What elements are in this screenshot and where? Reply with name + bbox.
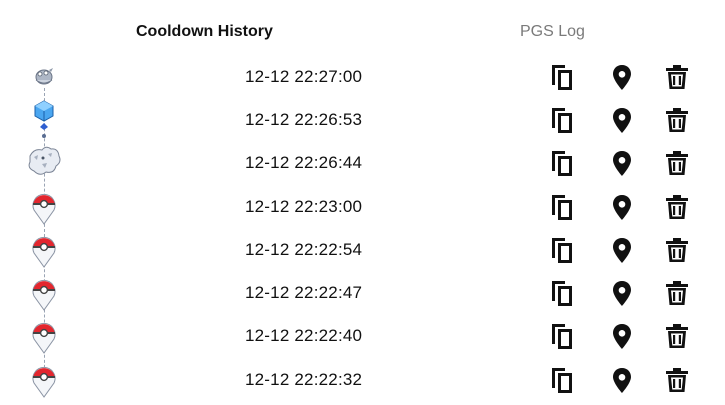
map-pin-icon[interactable] [607,365,637,395]
cooldown-timestamp: 12-12 22:27:00 [245,67,363,86]
copy-icon[interactable] [548,148,578,178]
cooldown-timestamp: 12-12 22:26:44 [245,153,363,172]
trash-icon[interactable] [662,192,692,222]
pokeball-pin-icon [24,229,64,269]
trash-icon[interactable] [662,235,692,265]
cooldown-timestamp: 12-12 22:22:40 [245,326,363,345]
cooldown-timestamp: 12-12 22:22:47 [245,283,363,302]
map-pin-icon[interactable] [607,105,637,135]
copy-icon[interactable] [548,321,578,351]
tab-pgs-log[interactable]: PGS Log [520,22,585,42]
pokeball-pin-icon [24,315,64,355]
pokeball-pin-icon [24,272,64,312]
map-pin-icon[interactable] [607,148,637,178]
tab-cooldown-history[interactable]: Cooldown History [136,22,273,42]
trash-icon[interactable] [662,105,692,135]
copy-icon[interactable] [548,278,578,308]
copy-icon[interactable] [548,235,578,265]
trash-icon[interactable] [662,321,692,351]
map-pin-icon[interactable] [607,235,637,265]
pokeball-pin-icon [24,186,64,226]
history-row: 12-12 22:22:40 [0,315,725,358]
tab-bar: Cooldown History PGS Log [0,0,725,62]
map-pin-icon[interactable] [607,62,637,92]
map-pin-icon[interactable] [607,192,637,222]
map-pin-icon[interactable] [607,321,637,351]
cooldown-timestamp: 12-12 22:26:53 [245,110,363,129]
cooldown-timestamp: 12-12 22:22:54 [245,240,363,259]
cooldown-timestamp: 12-12 22:22:32 [245,370,363,389]
cooldown-timestamp: 12-12 22:23:00 [245,197,363,216]
history-row: 12-12 22:22:47 [0,272,725,315]
blue-cube-icon [24,99,64,139]
copy-icon[interactable] [548,105,578,135]
history-row: 12-12 22:22:54 [0,229,725,272]
pokemon-white-dragon-icon [24,142,64,182]
history-row: 12-12 22:27:00 [0,56,725,99]
map-pin-icon[interactable] [607,278,637,308]
trash-icon[interactable] [662,62,692,92]
copy-icon[interactable] [548,192,578,222]
copy-icon[interactable] [548,365,578,395]
pokeball-pin-icon [24,359,64,399]
trash-icon[interactable] [662,365,692,395]
trash-icon[interactable] [662,148,692,178]
history-row: 12-12 22:23:00 [0,186,725,229]
history-row: 12-12 22:26:53 [0,99,725,142]
pokemon-gray-icon [24,56,64,96]
trash-icon[interactable] [662,278,692,308]
history-row: 12-12 22:26:44 [0,142,725,185]
copy-icon[interactable] [548,62,578,92]
history-row: 12-12 22:22:32 [0,359,725,402]
